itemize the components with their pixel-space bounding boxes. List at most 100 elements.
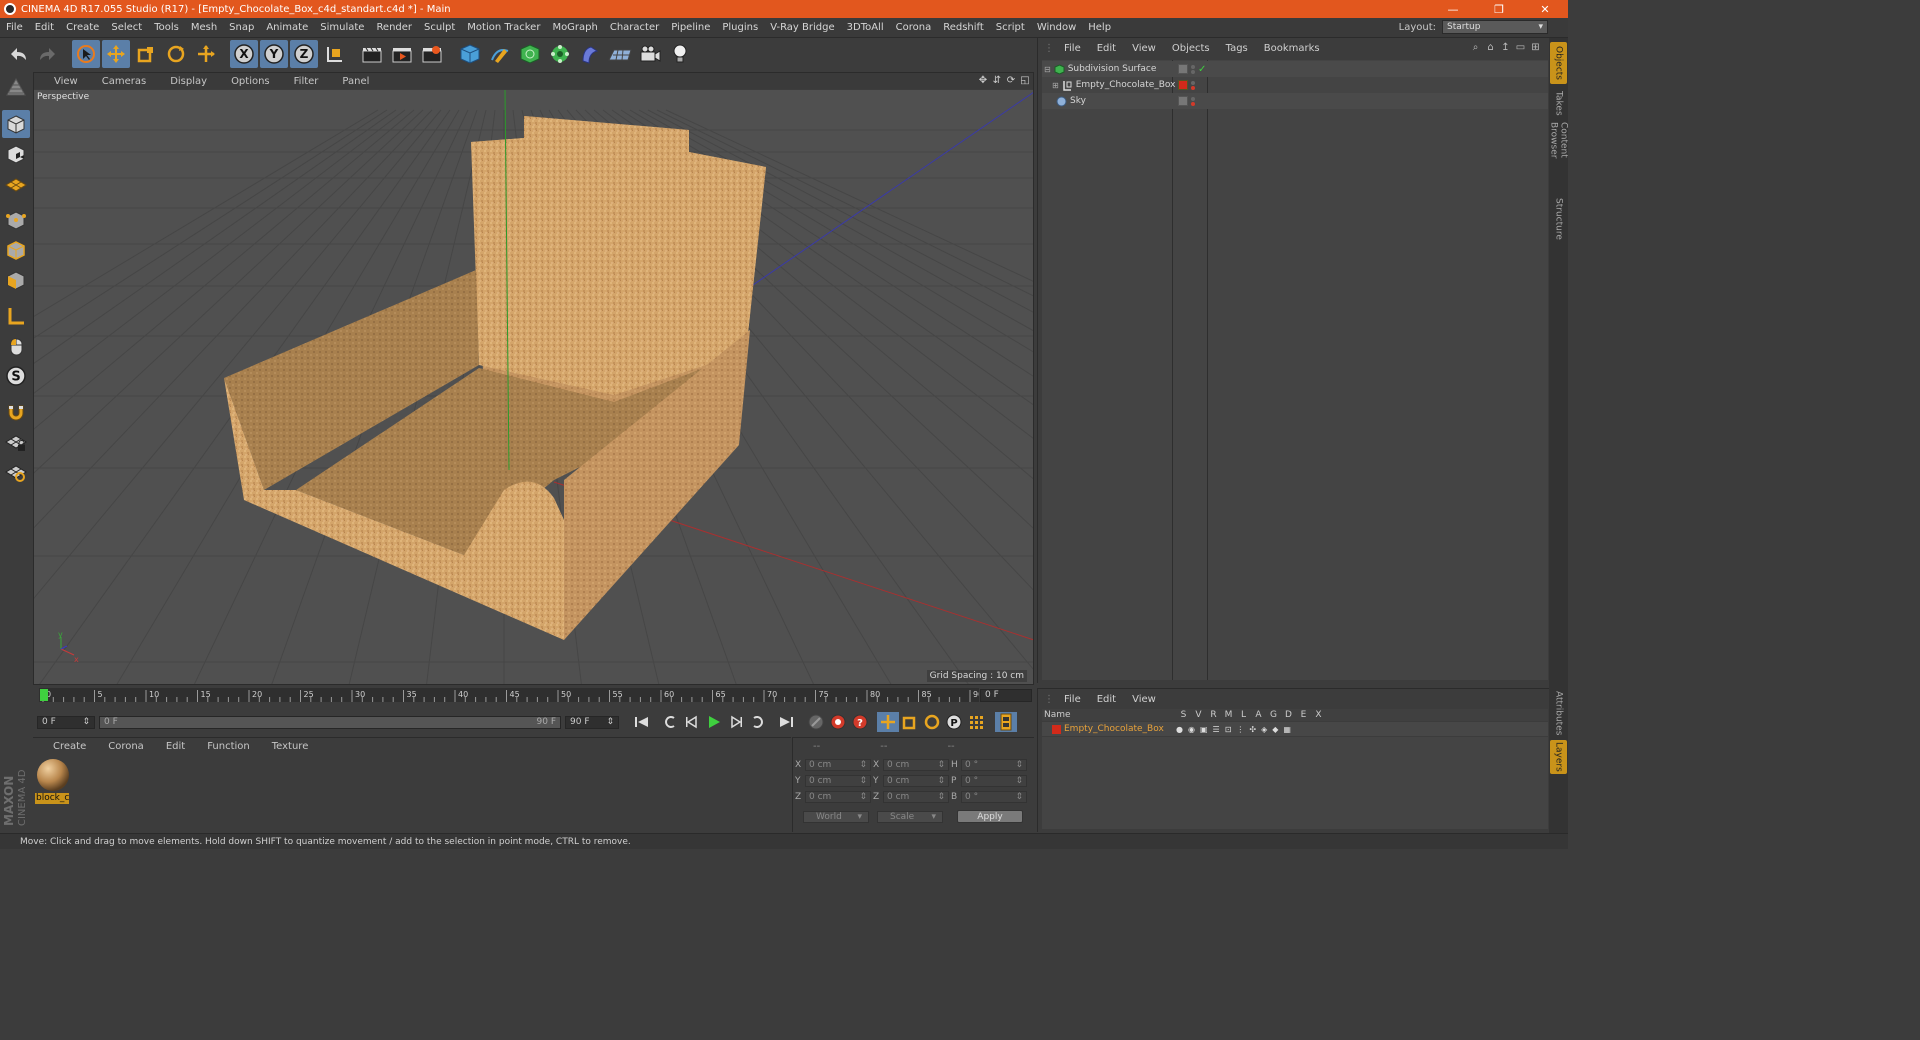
lock-x-axis[interactable]: X: [230, 40, 258, 68]
column-xref[interactable]: X: [1311, 710, 1326, 720]
coordinate-system-button[interactable]: [320, 40, 348, 68]
redo-button[interactable]: [34, 40, 62, 68]
objects-menu-file[interactable]: File: [1054, 43, 1087, 54]
column-locked[interactable]: L: [1236, 710, 1251, 720]
play-button[interactable]: [703, 712, 725, 732]
collapse-icon[interactable]: ⊟: [1044, 65, 1051, 74]
dolly-view-icon[interactable]: ⇵: [991, 74, 1003, 86]
column-deformers[interactable]: D: [1281, 710, 1296, 720]
layers-menu-file[interactable]: File: [1054, 694, 1087, 705]
rotation-b-field[interactable]: 0 ° ⇕: [961, 791, 1027, 803]
previous-frame-button[interactable]: [681, 712, 703, 732]
viewport-menu-display[interactable]: Display: [156, 76, 217, 87]
snap-button[interactable]: S: [2, 362, 30, 390]
objects-menu-view[interactable]: View: [1122, 43, 1162, 54]
menu-corona[interactable]: Corona: [890, 22, 938, 33]
manager-icon[interactable]: ☰: [1213, 725, 1220, 734]
position-z-field[interactable]: 0 cm ⇕: [805, 791, 871, 803]
menu-snap[interactable]: Snap: [223, 22, 260, 33]
menu-3dtoall[interactable]: 3DToAll: [841, 22, 890, 33]
column-view[interactable]: V: [1191, 710, 1206, 720]
material-menu-corona[interactable]: Corona: [94, 741, 152, 752]
up-icon[interactable]: ↥: [1500, 42, 1511, 53]
layout-select[interactable]: Startup ▾: [1442, 20, 1548, 34]
column-expressions[interactable]: E: [1296, 710, 1311, 720]
search-icon[interactable]: ⌕: [1470, 42, 1481, 53]
go-to-end-button[interactable]: [775, 712, 797, 732]
playhead[interactable]: [40, 689, 48, 701]
expand-icon[interactable]: ⊞: [1052, 81, 1059, 90]
material-menu-create[interactable]: Create: [39, 741, 94, 752]
column-solo[interactable]: S: [1176, 710, 1191, 720]
menu-help[interactable]: Help: [1082, 22, 1117, 33]
render-icon[interactable]: ▣: [1200, 725, 1208, 734]
animation-icon[interactable]: ⋮: [1236, 725, 1244, 734]
add-cube-button[interactable]: [456, 40, 484, 68]
solo-icon[interactable]: ●: [1176, 725, 1183, 734]
column-generators[interactable]: G: [1266, 710, 1281, 720]
lock-y-axis[interactable]: Y: [260, 40, 288, 68]
key-scale-button[interactable]: [899, 712, 921, 732]
objects-menu-bookmarks[interactable]: Bookmarks: [1254, 43, 1326, 54]
frame-ruler[interactable]: 051015202530354045505560657075808590: [39, 688, 979, 702]
undo-button[interactable]: [4, 40, 32, 68]
texture-mode-button[interactable]: [2, 140, 30, 168]
polygons-mode-button[interactable]: [2, 266, 30, 294]
render-view-button[interactable]: [358, 40, 386, 68]
layers-menu-edit[interactable]: Edit: [1087, 694, 1122, 705]
visibility-dots-icon[interactable]: [1191, 64, 1195, 74]
tab-layers[interactable]: Layers: [1550, 740, 1567, 774]
apply-button[interactable]: Apply: [957, 810, 1023, 823]
column-render[interactable]: R: [1206, 710, 1221, 720]
record-active-objects-button[interactable]: [827, 712, 849, 732]
objects-menu-objects[interactable]: Objects: [1162, 43, 1216, 54]
render-to-picture-viewer-button[interactable]: [388, 40, 416, 68]
layer-row[interactable]: Empty_Chocolate_Box ● ◉ ▣ ☰ ⊡ ⋮ ✣ ◈ ◆ ▦: [1042, 722, 1548, 736]
record-keyframes-disabled-button[interactable]: [805, 712, 827, 732]
viewport-menu-panel[interactable]: Panel: [328, 76, 379, 87]
tweak-mode-button[interactable]: [2, 332, 30, 360]
timeline-window-button[interactable]: [995, 712, 1017, 732]
add-array-button[interactable]: [546, 40, 574, 68]
size-z-field[interactable]: 0 cm ⇕: [883, 791, 949, 803]
add-floor-button[interactable]: [606, 40, 634, 68]
size-x-field[interactable]: 0 cm ⇕: [883, 759, 949, 771]
add-light-button[interactable]: [666, 40, 694, 68]
tab-objects[interactable]: Objects: [1550, 42, 1567, 84]
size-y-field[interactable]: 0 cm ⇕: [883, 775, 949, 787]
menu-simulate[interactable]: Simulate: [314, 22, 370, 33]
menu-render[interactable]: Render: [370, 22, 418, 33]
viewport-menu-view[interactable]: View: [40, 76, 88, 87]
make-editable-button[interactable]: [2, 74, 30, 102]
material-menu-edit[interactable]: Edit: [152, 741, 193, 752]
points-mode-button[interactable]: [2, 206, 30, 234]
size-mode-select[interactable]: Scale ▾: [877, 810, 943, 823]
menu-select[interactable]: Select: [105, 22, 148, 33]
previous-key-button[interactable]: [659, 712, 681, 732]
generator-icon[interactable]: ✣: [1249, 725, 1256, 734]
position-y-field[interactable]: 0 cm ⇕: [805, 775, 871, 787]
rotation-p-field[interactable]: 0 ° ⇕: [961, 775, 1027, 787]
rotate-tool[interactable]: [162, 40, 190, 68]
minimize-button[interactable]: —: [1430, 0, 1476, 18]
enabled-check-icon[interactable]: ✓: [1198, 64, 1206, 75]
menu-window[interactable]: Window: [1031, 22, 1082, 33]
viewport-canvas[interactable]: y x Perspective Grid Spacing : 10 cm: [34, 90, 1033, 684]
rotation-h-field[interactable]: 0 ° ⇕: [961, 759, 1027, 771]
workplane-mode-button[interactable]: [2, 170, 30, 198]
frame-range-slider[interactable]: 0 F 90 F: [99, 715, 561, 729]
lock-z-axis[interactable]: Z: [290, 40, 318, 68]
object-row-sky[interactable]: Sky: [1042, 93, 1548, 109]
viewport-menu-options[interactable]: Options: [217, 76, 280, 87]
key-position-button[interactable]: [877, 712, 899, 732]
menu-plugins[interactable]: Plugins: [716, 22, 764, 33]
visibility-dots-icon[interactable]: [1191, 80, 1195, 90]
column-name[interactable]: Name: [1042, 710, 1176, 720]
add-deformer-button[interactable]: [576, 40, 604, 68]
key-parameter-button[interactable]: P: [943, 712, 965, 732]
grid-snap-button[interactable]: [2, 458, 30, 486]
maximize-icon[interactable]: ⊞: [1530, 42, 1541, 53]
visibility-dots-icon[interactable]: [1191, 96, 1195, 106]
object-row-chocolate-box[interactable]: ⊞ Empty_Chocolate_Box: [1042, 77, 1548, 93]
start-frame-field[interactable]: 0 F ⇕: [37, 715, 95, 729]
